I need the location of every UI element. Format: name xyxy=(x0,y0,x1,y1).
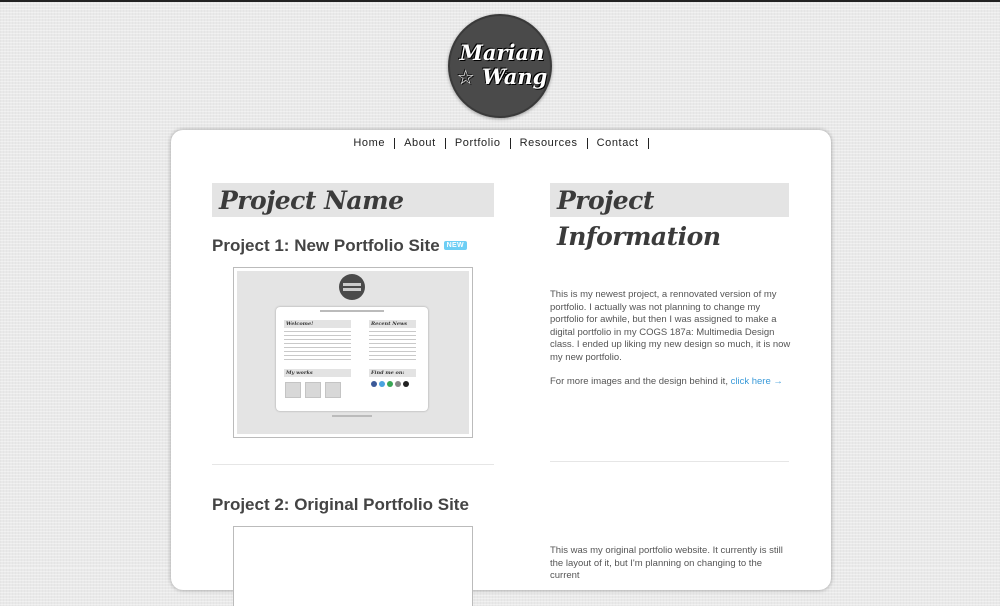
mini-card: Welcome! Recent News My works Find me on… xyxy=(276,307,428,411)
project-information-heading: Project Information xyxy=(550,183,789,251)
nav-contact[interactable]: Contact xyxy=(588,138,649,149)
site-logo[interactable]: Marian ☆ ☆ Wang xyxy=(448,14,552,118)
project-1-more: For more images and the design behind it… xyxy=(550,376,783,387)
star-icon: ☆ xyxy=(456,65,475,89)
mini-logo xyxy=(339,274,365,300)
thumbnail-screenshot: Welcome! Recent News My works Find me on… xyxy=(237,271,469,434)
project-2-title[interactable]: Project 2: Original Portfolio Site xyxy=(212,495,469,515)
project-2-info: This was my original portfolio website. … xyxy=(550,545,792,595)
mini-works-heading: My works xyxy=(284,369,351,377)
nav-resources[interactable]: Resources xyxy=(511,138,588,149)
mini-work-box xyxy=(285,382,301,398)
mini-news-heading: Recent News xyxy=(369,320,416,328)
left-divider xyxy=(212,464,494,465)
mini-findme-heading: Find me on: xyxy=(369,369,416,377)
main-nav: Home About Portfolio Resources Contact xyxy=(171,137,831,149)
content-card: Home About Portfolio Resources Contact Proje… xyxy=(171,130,831,606)
mini-news-text xyxy=(369,331,416,363)
project-2-thumbnail[interactable] xyxy=(233,526,473,606)
linkedin-icon xyxy=(395,381,401,387)
right-divider xyxy=(550,461,789,462)
mini-nav xyxy=(320,310,384,312)
new-badge: NEW xyxy=(443,241,467,251)
tumblr-icon xyxy=(387,381,393,387)
mini-footer xyxy=(332,415,372,417)
mini-welcome-heading: Welcome! xyxy=(284,320,351,328)
logo-line-2: ☆ Wang xyxy=(456,64,548,89)
github-icon xyxy=(403,381,409,387)
nav-about[interactable]: About xyxy=(395,138,446,149)
nav-portfolio[interactable]: Portfolio xyxy=(446,138,511,149)
twitter-icon xyxy=(379,381,385,387)
mini-work-box xyxy=(305,382,321,398)
project-1-info: This is my newest project, a rennovated … xyxy=(550,289,792,401)
project-1-thumbnail[interactable]: Welcome! Recent News My works Find me on… xyxy=(233,267,473,438)
facebook-icon xyxy=(371,381,377,387)
project-2-description: This was my original portfolio website. … xyxy=(550,545,783,581)
click-here-link[interactable]: click here → xyxy=(731,376,783,387)
project-1-description: This is my newest project, a rennovated … xyxy=(550,289,791,363)
project-name-heading: Project Name xyxy=(212,183,494,217)
nav-home[interactable]: Home xyxy=(353,138,396,149)
mini-welcome-text xyxy=(284,331,351,363)
mini-work-box xyxy=(325,382,341,398)
project-1-title[interactable]: Project 1: New Portfolio Site NEW xyxy=(212,236,467,256)
